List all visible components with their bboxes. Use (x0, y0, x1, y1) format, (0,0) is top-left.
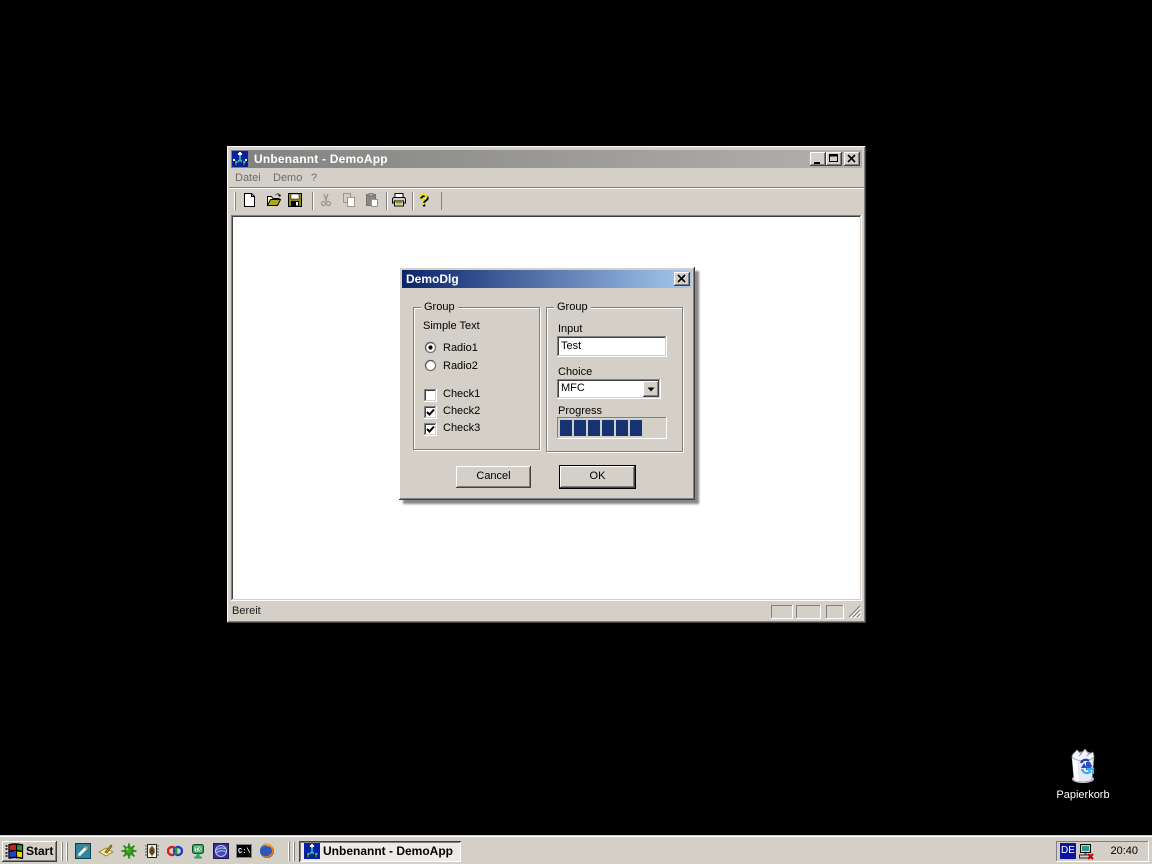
svg-text:TX: TX (195, 847, 202, 853)
svg-text:C:\: C:\ (238, 848, 251, 856)
